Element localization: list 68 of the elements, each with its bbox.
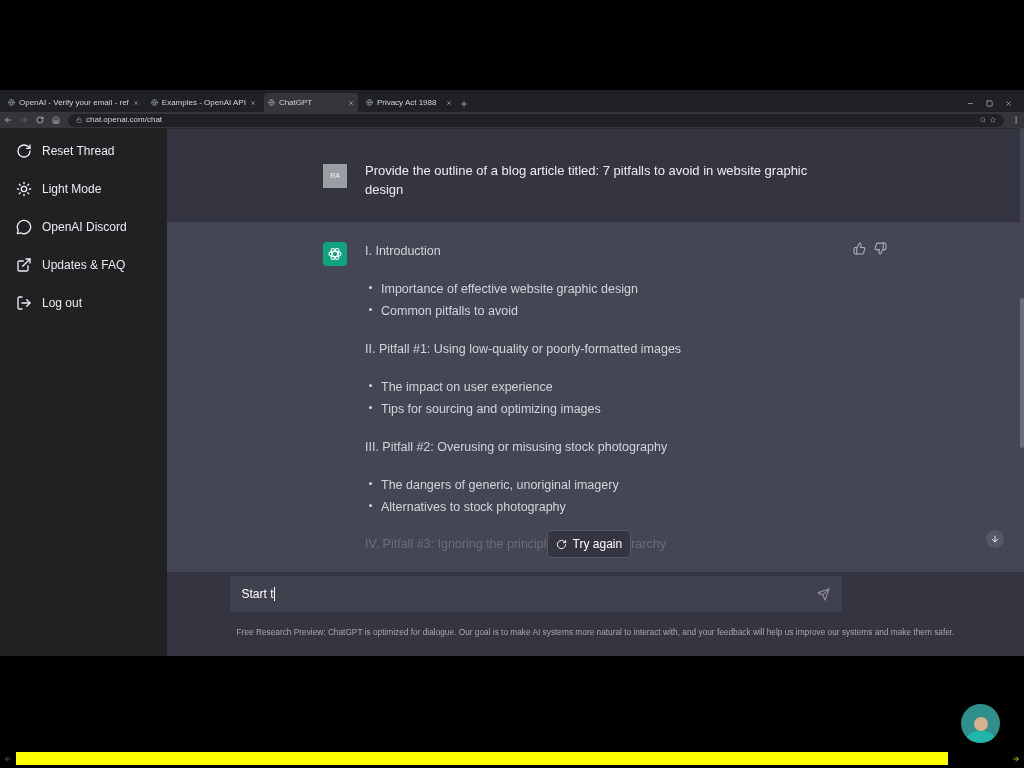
refresh-icon bbox=[16, 143, 32, 159]
sidebar-item[interactable]: Log out bbox=[16, 295, 151, 311]
sidebar-item[interactable]: Light Mode bbox=[16, 181, 151, 197]
browser-tab[interactable]: Examples - OpenAI API bbox=[146, 93, 260, 112]
url-text: chat.openai.com/chat bbox=[86, 114, 163, 126]
scrollbar-thumb[interactable] bbox=[1020, 298, 1024, 448]
close-icon[interactable] bbox=[347, 99, 354, 106]
bullet-icon bbox=[369, 286, 372, 289]
thumbs-down-icon[interactable] bbox=[874, 242, 887, 255]
close-icon[interactable] bbox=[1005, 100, 1012, 107]
outline-heading: II. Pitfall #1: Using low-quality or poorly-formatted images bbox=[365, 341, 683, 358]
thumbs-up-icon[interactable] bbox=[853, 242, 866, 255]
tab-title: Examples - OpenAI API bbox=[161, 96, 246, 109]
browser-tab[interactable]: Privacy Act 1988 bbox=[361, 93, 456, 112]
site-icon bbox=[150, 99, 158, 106]
outline-heading: I. Introduction bbox=[365, 243, 442, 260]
outline-point: Tips for sourcing and optimizing images bbox=[381, 401, 601, 418]
sidebar-item[interactable]: Reset Thread bbox=[16, 143, 151, 159]
external-link-icon bbox=[16, 257, 32, 273]
chat-icon bbox=[16, 219, 32, 235]
outline-heading: III. Pitfall #2: Overusing or misusing stock photography bbox=[365, 439, 669, 456]
outline-point: The impact on user experience bbox=[381, 379, 553, 396]
tab-title: ChatGPT bbox=[278, 96, 314, 109]
search-icon[interactable] bbox=[980, 117, 986, 123]
outline-point: Alternatives to stock photography bbox=[381, 499, 566, 516]
maximize-icon[interactable] bbox=[986, 100, 993, 107]
tab-title: Privacy Act 1988 bbox=[376, 96, 438, 109]
input-text: Start t bbox=[241, 586, 274, 603]
sidebar-item[interactable]: Updates & FAQ bbox=[16, 257, 151, 273]
sidebar-item[interactable]: OpenAI Discord bbox=[16, 219, 151, 235]
user-message: Provide the outline of a blog article titled: 7 pitfalls to avoid in website graphic design bbox=[365, 162, 809, 199]
close-icon[interactable] bbox=[132, 99, 139, 106]
address-bar[interactable]: chat.openai.com/chat bbox=[68, 113, 1004, 127]
refresh-icon bbox=[555, 538, 567, 550]
bullet-icon bbox=[369, 384, 372, 387]
browser-tab[interactable]: ChatGPT bbox=[263, 93, 358, 112]
sun-icon bbox=[16, 181, 32, 197]
bullet-icon bbox=[369, 504, 372, 507]
browser-tab[interactable]: OpenAI - Verify your email - ref bbox=[4, 93, 143, 112]
outline-point: Common pitfalls to avoid bbox=[381, 303, 518, 320]
bullet-icon bbox=[369, 308, 372, 311]
webcam-avatar bbox=[961, 704, 1000, 743]
back-icon[interactable] bbox=[4, 116, 12, 124]
message-input[interactable]: Start t bbox=[229, 576, 842, 612]
menu-icon[interactable] bbox=[1012, 116, 1020, 124]
bullet-icon bbox=[369, 406, 372, 409]
site-icon bbox=[267, 99, 275, 106]
tab-title: OpenAI - Verify your email - ref bbox=[19, 96, 129, 109]
logout-icon bbox=[16, 295, 32, 311]
footer-note: Free Research Preview: ChatGPT is optimized for dialogue. Our goal is to make AI systems more natural to interact with, and your feedback will help us improve our systems and make them safer. bbox=[236, 626, 955, 639]
logo-icon bbox=[323, 242, 347, 266]
right-arrow-icon[interactable] bbox=[1012, 754, 1020, 763]
send-icon[interactable] bbox=[816, 587, 830, 601]
outline-point: The dangers of generic, unoriginal imagery bbox=[381, 477, 619, 494]
try-again-button[interactable]: Try again bbox=[546, 530, 632, 558]
reload-icon[interactable] bbox=[36, 116, 44, 124]
outline-point: Importance of effective website graphic design bbox=[381, 281, 638, 298]
close-icon[interactable] bbox=[445, 99, 452, 106]
minimize-icon[interactable] bbox=[967, 100, 974, 107]
site-icon bbox=[8, 99, 15, 106]
arrow-down-icon bbox=[990, 534, 1000, 544]
bullet-icon bbox=[369, 482, 372, 485]
new-tab-icon[interactable] bbox=[459, 100, 468, 108]
home-icon[interactable] bbox=[52, 116, 60, 124]
lock-icon bbox=[76, 117, 82, 123]
close-icon[interactable] bbox=[249, 99, 256, 106]
site-icon bbox=[365, 99, 373, 106]
star-icon[interactable] bbox=[990, 117, 996, 123]
